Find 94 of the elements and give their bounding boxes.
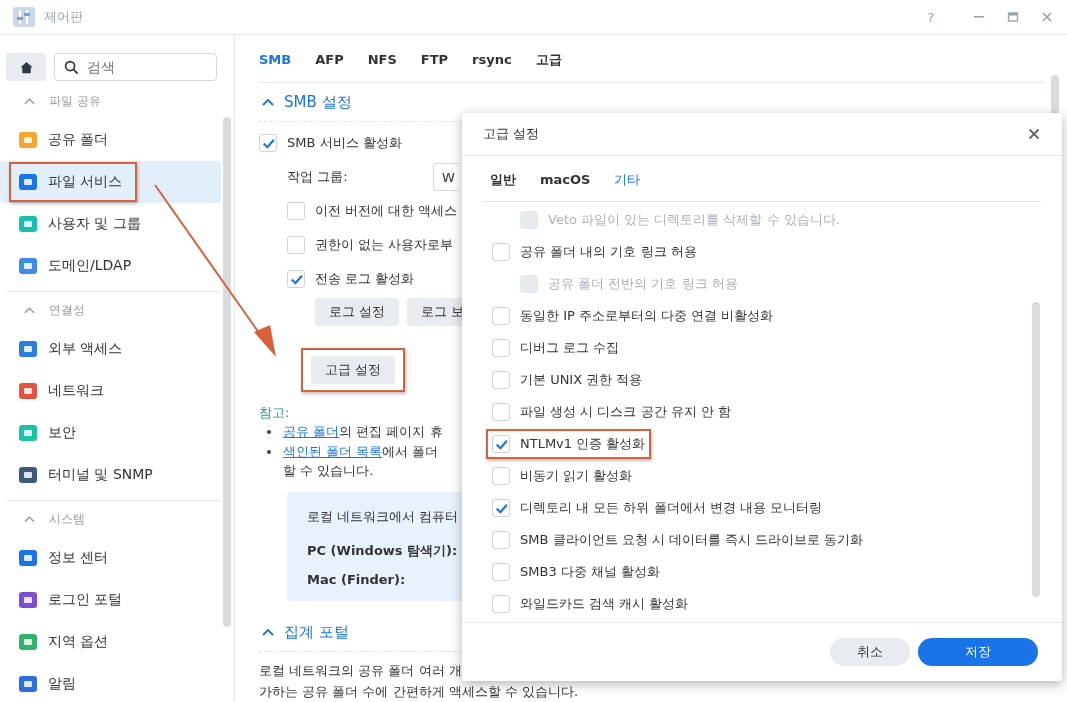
checkbox-label: SMB 클라이언트 요청 시 데이터를 즉시 드라이브로 동기화 [520,531,864,549]
checkbox-label: SMB3 다중 채널 활성화 [520,563,661,581]
cancel-button[interactable]: 취소 [830,638,910,666]
tab[interactable]: rsync [472,52,512,67]
chevron-icon[interactable] [24,515,35,523]
checkbox[interactable] [492,499,510,517]
info-label: PC (Windows 탐색기): [307,542,459,560]
checkbox[interactable] [492,563,510,581]
tab[interactable]: 고급 [535,50,562,69]
checkbox-label: 파일 생성 시 디스크 공간 유지 안 함 [520,403,731,421]
section-title: 집계 포털 [284,622,349,642]
checkbox[interactable] [287,202,305,220]
section-title: SMB 설정 [284,92,352,112]
checkbox-label: 이전 버전에 대한 액세스 [315,202,458,220]
search-icon [64,60,79,75]
sidebar-item[interactable]: 정보 센터 [0,537,221,579]
dialog-title: 고급 설정 [483,125,540,143]
scrollbar[interactable] [1032,302,1040,597]
checkbox[interactable] [287,270,305,288]
checkbox-label: 권한이 없는 사용자로부 [315,236,454,254]
tab[interactable]: AFP [315,52,344,67]
close-icon[interactable] [1041,11,1053,23]
link[interactable]: 색인된 폴더 목록 [283,444,383,459]
group-title: 연결성 [49,301,85,319]
sidebar-item[interactable]: 파일 서비스 [0,161,221,203]
checkbox-label: 기본 UNIX 권한 적용 [520,371,643,389]
tab[interactable]: macOS [540,172,591,187]
group-title: 시스템 [49,510,85,528]
checkbox-label: 공유 폴더 내의 기호 링크 허용 [520,243,697,261]
checkbox[interactable] [492,531,510,549]
note-text: 색인된 폴더 목록에서 폴더 [283,443,439,461]
checkbox[interactable] [492,307,510,325]
scrollbar[interactable] [223,117,231,627]
checkbox-label: 디렉토리 내 모든 하위 폴더에서 변경 내용 모니터링 [520,499,822,517]
checkbox[interactable] [259,134,277,152]
save-button[interactable]: 저장 [918,638,1038,666]
note-text: 공유 폴더 의 편집 페이지 휴 [283,423,443,441]
sidebar-item[interactable]: 네트워크 [0,370,221,412]
note-title: 참고: [259,404,290,422]
checkbox-label: Veto 파일이 있는 디렉토리를 삭제할 수 있습니다. [548,211,840,229]
info-text: 로컬 네트워크에서 컴퓨터 [307,508,460,526]
checkbox[interactable] [492,595,510,613]
note-text: 할 수 있습니다. [283,463,374,478]
checkbox[interactable] [492,467,510,485]
chevron-icon[interactable] [262,98,274,106]
sidebar-item[interactable]: 외부 액세스 [0,328,221,370]
advanced-settings-button[interactable]: 고급 설정 [311,356,396,384]
workgroup-field[interactable]: W [433,163,459,191]
home-icon [18,59,34,75]
search-field[interactable]: 검색 [54,53,217,81]
checkbox-label: 동일한 IP 주소로부터의 다중 연결 비활성화 [520,307,774,325]
checkbox-label: SMB 서비스 활성화 [287,134,402,152]
chevron-icon[interactable] [262,628,274,636]
checkbox[interactable] [492,371,510,389]
checkbox[interactable] [492,339,510,357]
tab[interactable]: NFS [367,52,397,67]
checkbox-label: 와일드카드 검색 캐시 활성화 [520,595,689,613]
tab[interactable]: 기타 [614,170,641,189]
sidebar-item[interactable]: 보안 [0,412,221,454]
sidebar-item[interactable]: 로그인 포털 [0,579,221,621]
group-title: 파일 공유 [49,92,101,110]
sidebar-item[interactable]: 알림 [0,663,221,702]
checkbox[interactable] [492,243,510,261]
checkbox-label: 비동기 읽기 활성화 [520,467,633,485]
sidebar-item[interactable]: 도메인/LDAP [0,245,221,287]
checkbox-label: NTLMv1 인증 활성화 [520,435,646,453]
log-button[interactable]: 로그 설정 [315,298,400,326]
checkbox[interactable] [287,236,305,254]
description-text: 로컬 네트워크의 공유 폴더 여러 개 [259,662,463,680]
checkbox-label: 공유 폴더 전반의 기호 링크 허용 [548,275,738,293]
link[interactable]: 공유 폴더 [283,424,340,439]
close-icon[interactable] [1028,128,1040,140]
app-logo-icon [12,5,36,29]
sidebar-item[interactable]: 사용자 및 그룹 [0,203,221,245]
chevron-icon[interactable] [24,306,35,314]
sidebar-item[interactable]: 공유 폴더 [0,119,221,161]
info-label: Mac (Finder): [307,572,407,587]
checkbox[interactable] [492,403,510,421]
bullet-icon [267,430,271,434]
maximize-icon[interactable] [1007,11,1019,23]
bullet-icon [267,450,271,454]
checkbox-label: 전송 로그 활성화 [315,270,415,288]
tab[interactable]: FTP [420,52,449,67]
chevron-icon[interactable] [24,97,35,105]
tab[interactable]: 일반 [490,170,516,189]
tab[interactable]: SMB [259,52,292,67]
sidebar-item[interactable]: 터미널 및 SNMP [0,454,221,496]
checkbox-label: 디버그 로그 수집 [520,339,620,357]
field-label: 작업 그룹: [287,168,349,186]
checkbox[interactable] [492,435,510,453]
description-text: 가하는 공유 폴더 수에 간편하게 액세스할 수 있습니다. [259,683,580,701]
home-button[interactable] [6,53,46,81]
window-title: 제어판 [44,8,83,26]
sidebar-item[interactable]: 지역 옵션 [0,621,221,663]
